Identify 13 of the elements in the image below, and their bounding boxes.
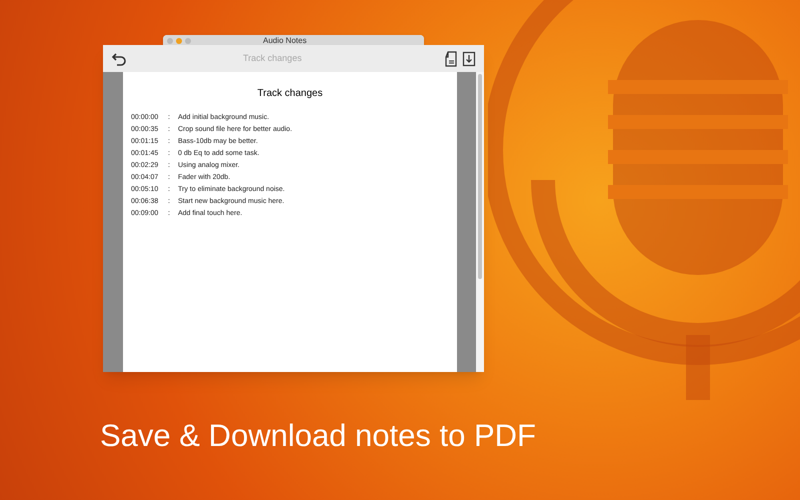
undo-icon[interactable] xyxy=(111,50,127,66)
scrollbar[interactable] xyxy=(476,72,484,372)
close-icon[interactable] xyxy=(167,38,173,44)
zoom-icon[interactable] xyxy=(185,38,191,44)
document-title: Track changes xyxy=(256,87,324,101)
faded-heading: Track changes xyxy=(243,52,302,65)
document-icon[interactable] xyxy=(444,50,458,66)
scroll-thumb[interactable] xyxy=(478,74,482,279)
download-icon[interactable] xyxy=(462,50,476,66)
window-title: Audio Notes xyxy=(263,35,307,47)
microphone-icon xyxy=(488,0,800,400)
minimize-icon[interactable] xyxy=(176,38,182,44)
caption: Save & Download notes to PDF xyxy=(100,417,536,455)
